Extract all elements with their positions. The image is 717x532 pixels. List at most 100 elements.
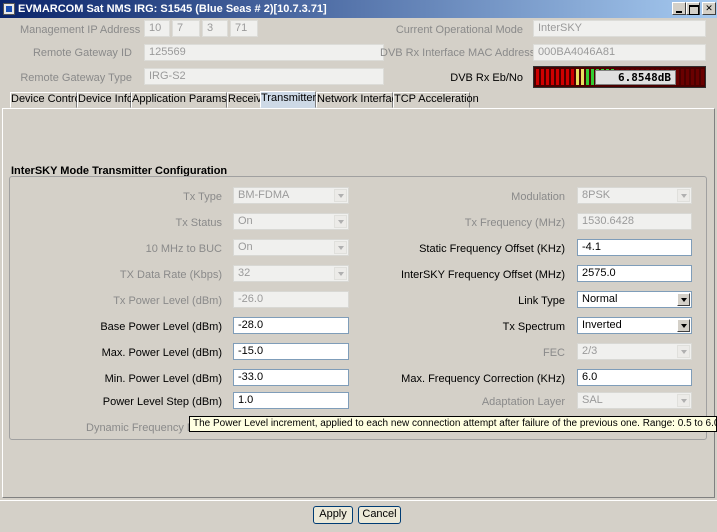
chevron-down-icon xyxy=(677,189,690,202)
tx-type-label: Tx Type xyxy=(183,191,222,203)
chevron-down-icon xyxy=(677,345,690,358)
intersky-offset-label: InterSKY Frequency Offset (MHz) xyxy=(400,269,565,281)
intersky-offset-input[interactable]: 2575.0 xyxy=(577,265,692,282)
ebno-meter-segment xyxy=(561,69,564,85)
ebno-meter-segment xyxy=(546,69,549,85)
power-step-label: Power Level Step (dBm) xyxy=(102,396,222,408)
base-power-input[interactable]: -28.0 xyxy=(233,317,349,334)
ebno-meter-segment xyxy=(571,69,574,85)
op-mode-label: Current Operational Mode xyxy=(395,24,523,36)
max-freq-corr-input[interactable]: 6.0 xyxy=(577,369,692,386)
min-power-input[interactable]: -33.0 xyxy=(233,369,349,386)
tab-network-interface[interactable]: Network Interface xyxy=(316,92,403,108)
fec-value: 2/3 xyxy=(582,345,598,357)
ebno-meter: 6.8548dB xyxy=(533,66,706,88)
ebno-meter-segment xyxy=(701,69,704,85)
mgmt-ip-octet-1: 10 xyxy=(144,20,170,37)
chevron-down-icon xyxy=(334,267,347,280)
ebno-meter-segment xyxy=(581,69,584,85)
modulation-label: Modulation xyxy=(511,191,565,203)
tab-device-control[interactable]: Device Control xyxy=(10,92,83,108)
maximize-icon[interactable] xyxy=(686,2,700,15)
static-offset-input[interactable]: -4.1 xyxy=(577,239,692,256)
ebno-meter-segment xyxy=(676,69,679,85)
mgmt-ip-octet-3: 3 xyxy=(202,20,228,37)
base-power-label: Base Power Level (dBm) xyxy=(100,321,222,333)
op-mode-field: InterSKY xyxy=(533,20,706,37)
remote-gw-id-field: 125569 xyxy=(144,44,384,61)
tx-data-rate-select: 32 xyxy=(233,265,349,282)
remote-gw-type-field: IRG-S2 xyxy=(144,68,384,85)
tx-type-select: BM-FDMA xyxy=(233,187,349,204)
mgmt-ip-label: Management IP Address xyxy=(20,24,141,36)
ebno-meter-segment xyxy=(536,69,539,85)
power-step-tooltip: The Power Level increment, applied to ea… xyxy=(189,416,717,432)
static-offset-label: Static Frequency Offset (KHz) xyxy=(419,243,565,255)
tx-data-rate-value: 32 xyxy=(238,267,251,279)
tx-frequency-field: 1530.6428 xyxy=(577,213,692,230)
chevron-down-icon[interactable] xyxy=(677,293,690,306)
chevron-down-icon xyxy=(334,241,347,254)
tab-application-params[interactable]: Application Params xyxy=(131,92,227,108)
ebno-meter-segment xyxy=(541,69,544,85)
mgmt-ip-octet-4: 71 xyxy=(230,20,258,37)
link-type-label: Link Type xyxy=(518,295,565,307)
footer-divider xyxy=(0,500,717,501)
window-title: EVMARCOM Sat NMS IRG: S1545 (Blue Seas #… xyxy=(18,3,327,15)
mgmt-ip-octet-2: 7 xyxy=(172,20,200,37)
buc-10mhz-label: 10 MHz to BUC xyxy=(145,243,222,255)
ebno-meter-segment xyxy=(576,69,579,85)
dvb-mac-label: DVB Rx Interface MAC Address xyxy=(380,47,536,59)
tx-status-value: On xyxy=(238,215,253,227)
ebno-meter-segment xyxy=(586,69,589,85)
tab-tcp-acceleration[interactable]: TCP Acceleration xyxy=(393,92,479,108)
chevron-down-icon xyxy=(334,215,347,228)
minimize-icon[interactable] xyxy=(672,2,686,15)
adaptation-layer-select: SAL xyxy=(577,392,692,409)
power-step-input[interactable]: 1.0 xyxy=(233,392,349,409)
link-type-value: Normal xyxy=(582,293,618,305)
fec-label: FEC xyxy=(543,347,565,359)
ebno-meter-segment xyxy=(551,69,554,85)
modulation-select: 8PSK xyxy=(577,187,692,204)
adaptation-layer-label: Adaptation Layer xyxy=(481,396,565,408)
buc-10mhz-select: On xyxy=(233,239,349,256)
max-power-label: Max. Power Level (dBm) xyxy=(101,347,222,359)
ebno-meter-segment xyxy=(681,69,684,85)
cancel-button[interactable]: Cancel xyxy=(358,506,401,524)
tx-status-label: Tx Status xyxy=(175,217,222,229)
tx-power-level-label: Tx Power Level (dBm) xyxy=(113,295,222,307)
window-title-bar[interactable]: EVMARCOM Sat NMS IRG: S1545 (Blue Seas #… xyxy=(0,0,717,18)
link-type-select[interactable]: Normal xyxy=(577,291,692,308)
chevron-down-icon[interactable] xyxy=(677,319,690,332)
tab-transmitter[interactable]: Transmitter xyxy=(260,91,316,108)
ebno-meter-segment xyxy=(696,69,699,85)
tx-spectrum-select[interactable]: Inverted xyxy=(577,317,692,334)
tx-spectrum-value: Inverted xyxy=(582,319,622,331)
tx-data-rate-label: TX Data Rate (Kbps) xyxy=(119,269,222,281)
buc-10mhz-value: On xyxy=(238,241,253,253)
ebno-readout: 6.8548dB xyxy=(595,70,676,85)
apply-button[interactable]: Apply xyxy=(313,506,353,524)
close-icon[interactable]: ✕ xyxy=(702,2,716,15)
tx-frequency-label: Tx Frequency (MHz) xyxy=(464,217,565,229)
max-power-input[interactable]: -15.0 xyxy=(233,343,349,360)
remote-gw-type-label: Remote Gateway Type xyxy=(20,72,132,84)
ebno-label: DVB Rx Eb/No xyxy=(450,72,523,84)
chevron-down-icon xyxy=(334,189,347,202)
tx-power-level-field: -26.0 xyxy=(233,291,349,308)
modulation-value: 8PSK xyxy=(582,189,611,201)
tx-type-value: BM-FDMA xyxy=(238,189,290,201)
chevron-down-icon xyxy=(677,394,690,407)
remote-gw-id-label: Remote Gateway ID xyxy=(32,47,132,59)
ebno-meter-segment xyxy=(591,69,594,85)
tx-spectrum-label: Tx Spectrum xyxy=(502,321,565,333)
tab-device-info[interactable]: Device Info xyxy=(77,92,133,108)
app-icon xyxy=(3,3,15,15)
adaptation-layer-value: SAL xyxy=(582,394,603,406)
dvb-mac-field: 000BA4046A81 xyxy=(533,44,706,61)
ebno-meter-segment xyxy=(556,69,559,85)
ebno-meter-segment xyxy=(566,69,569,85)
max-freq-corr-label: Max. Frequency Correction (KHz) xyxy=(401,373,565,385)
dyn-freq-label: Dynamic Frequency Deviation xyxy=(86,422,190,434)
